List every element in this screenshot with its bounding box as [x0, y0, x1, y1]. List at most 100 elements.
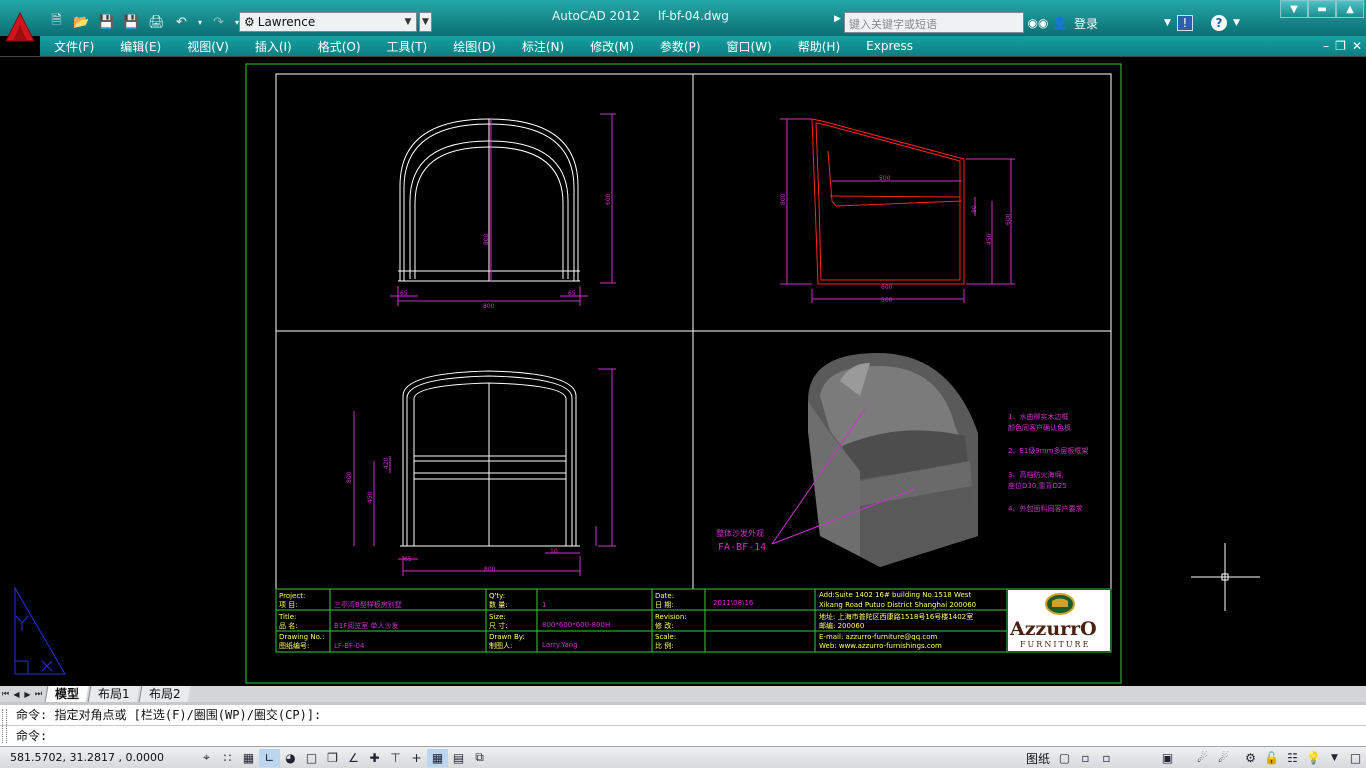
help-icon[interactable]: ?: [1210, 15, 1227, 31]
undo-icon[interactable]: ↶: [171, 12, 192, 33]
restore-icon[interactable]: ▬: [1308, 0, 1336, 18]
doc-close-icon[interactable]: ✕: [1352, 39, 1362, 53]
dim-label: 450: [986, 233, 993, 245]
lock-toolbar-icon[interactable]: 🔓: [1261, 749, 1282, 767]
quick-view-layouts-icon[interactable]: ▫: [1075, 749, 1096, 767]
menu-help[interactable]: 帮助(H): [784, 38, 852, 55]
maximize-viewport-icon[interactable]: ▢: [1054, 749, 1075, 767]
annotation-visibility-icon[interactable]: ☄: [1213, 749, 1234, 767]
next-tab-icon[interactable]: ▶: [22, 690, 33, 699]
object-snap-tracking-icon[interactable]: ∠: [343, 749, 364, 767]
menu-dimension[interactable]: 标注(N): [508, 38, 576, 55]
help-dropdown-icon[interactable]: ▼: [1233, 18, 1240, 28]
status-menu-icon[interactable]: ▼: [1324, 749, 1345, 767]
menu-insert[interactable]: 插入(I): [241, 38, 304, 55]
menu-format[interactable]: 格式(O): [304, 38, 373, 55]
menu-view[interactable]: 视图(V): [173, 38, 241, 55]
menu-window[interactable]: 窗口(W): [713, 38, 784, 55]
doc-minimize-icon[interactable]: –: [1323, 39, 1329, 53]
menu-modify[interactable]: 修改(M): [576, 38, 646, 55]
undo-dropdown-icon[interactable]: ▾: [196, 12, 204, 33]
title-block: [275, 588, 1112, 653]
dim-label: 800: [483, 303, 495, 310]
open-file-icon[interactable]: 📂: [71, 12, 92, 33]
quick-view-drawings-icon[interactable]: ▫: [1096, 749, 1117, 767]
tb-address: 邮编: 200060: [819, 621, 864, 630]
command-window-handle[interactable]: [2, 709, 7, 743]
tb-address: 地址: 上海市普陀区西康路1518号16号楼1402室: [819, 612, 973, 621]
search-expand-icon[interactable]: ▶: [834, 14, 841, 24]
tab-label: 模型: [55, 687, 80, 701]
tab-model[interactable]: 模型: [44, 686, 89, 702]
viewport-scale-icon[interactable]: ▣: [1157, 749, 1178, 767]
annotation-scale-icon[interactable]: ☄: [1192, 749, 1213, 767]
3d-object-snap-icon[interactable]: ❐: [322, 749, 343, 767]
binoculars-icon[interactable]: ◉◉: [1028, 15, 1049, 31]
maximize-icon[interactable]: ▲: [1336, 0, 1364, 18]
object-snap-icon[interactable]: □: [301, 749, 322, 767]
last-tab-icon[interactable]: ⏭: [33, 689, 44, 699]
menu-draw[interactable]: 绘图(D): [439, 38, 508, 55]
menu-parametric[interactable]: 参数(P): [646, 38, 713, 55]
clean-screen-icon[interactable]: □: [1345, 749, 1366, 767]
ortho-mode-icon[interactable]: ∟: [259, 748, 280, 767]
paper-space-label[interactable]: 图纸: [1022, 750, 1054, 767]
login-label[interactable]: 登录: [1074, 15, 1098, 32]
prev-tab-icon[interactable]: ◀: [11, 690, 22, 699]
snap-mode-icon[interactable]: ∷: [217, 749, 238, 767]
coordinate-readout[interactable]: 581.5702, 31.2817 , 0.0000: [0, 751, 196, 764]
save-icon[interactable]: 💾: [96, 12, 117, 33]
status-right-tools: 图纸 ▢ ▫ ▫ ▣ ☄ ☄ ⚙ 🔓 ☷ 💡 ▼ □: [1022, 747, 1366, 768]
workspace-switching-icon[interactable]: ⚙: [1240, 749, 1261, 767]
menu-express[interactable]: Express: [852, 39, 925, 53]
menu-file[interactable]: 文件(F): [40, 38, 106, 55]
grid-display-icon[interactable]: ▦: [238, 749, 259, 767]
tab-layout1[interactable]: 布局1: [87, 686, 140, 702]
dim-label: 800: [483, 233, 490, 245]
minimize-icon[interactable]: ▼: [1280, 0, 1308, 18]
exchange-icon[interactable]: !: [1176, 15, 1193, 31]
dim-label: 65: [568, 290, 576, 297]
lineweight-icon[interactable]: +: [406, 749, 427, 767]
dynamic-ucs-icon[interactable]: ✚: [364, 749, 385, 767]
transparency-icon[interactable]: ▦: [427, 748, 448, 767]
first-tab-icon[interactable]: ⏮: [0, 689, 11, 699]
dim-label: 80: [971, 205, 978, 213]
save-as-icon[interactable]: 💾: [121, 12, 142, 33]
tb-label: Date:: [655, 592, 674, 600]
sofa-3d-render: [771, 353, 978, 567]
doc-restore-icon[interactable]: ❐: [1335, 39, 1346, 53]
new-file-icon[interactable]: 🗎: [46, 12, 67, 33]
company-logo: AzzurrO FURNITURE: [1008, 590, 1110, 651]
tb-label: 品 名:: [279, 621, 298, 630]
infer-constraints-icon[interactable]: ⌖: [196, 749, 217, 767]
drawing-canvas[interactable]: 800 600 800 65 65 800 500 500 600 450 60…: [0, 56, 1366, 686]
workspace-selector[interactable]: ⚙ Lawrence ▼: [239, 12, 417, 32]
selection-cycling-icon[interactable]: ⧉: [469, 749, 490, 767]
dim-label: 800: [780, 193, 787, 205]
command-input[interactable]: 命令:: [0, 725, 1366, 745]
redo-icon[interactable]: ↷: [208, 12, 229, 33]
autocad-logo-icon: [5, 11, 35, 42]
notes: 1、水曲柳实木边框 颜色同客户确认色板 2、E1级9mm多层板框架 3、高档防火…: [1008, 412, 1088, 513]
window-controls: ▼ ▬ ▲: [1280, 0, 1364, 18]
menu-tools[interactable]: 工具(T): [373, 38, 440, 55]
note-line: 座位D30,靠背D25: [1008, 481, 1067, 490]
search-input[interactable]: 键入关键字或短语: [844, 12, 1024, 33]
dynamic-input-icon[interactable]: ⊤: [385, 749, 406, 767]
print-icon[interactable]: 🖨: [146, 12, 167, 33]
front-view-dimensions: [390, 113, 616, 306]
tb-label: Project:: [279, 592, 305, 600]
user-icon[interactable]: 👤: [1052, 15, 1068, 31]
quick-properties-icon[interactable]: ▤: [448, 749, 469, 767]
menu-edit[interactable]: 编辑(E): [106, 38, 173, 55]
login-dropdown-icon[interactable]: ▼: [1164, 18, 1171, 28]
tab-layout2[interactable]: 布局2: [138, 686, 190, 702]
isolate-objects-icon[interactable]: 💡: [1303, 749, 1324, 767]
callout-label: 整体沙发外观: [716, 528, 764, 538]
application-menu-button[interactable]: [0, 0, 40, 54]
hardware-acceleration-icon[interactable]: ☷: [1282, 749, 1303, 767]
customize-qat-button[interactable]: ▼: [419, 12, 432, 32]
polar-tracking-icon[interactable]: ◕: [280, 749, 301, 767]
tb-value: 2011\08\16: [713, 599, 754, 607]
